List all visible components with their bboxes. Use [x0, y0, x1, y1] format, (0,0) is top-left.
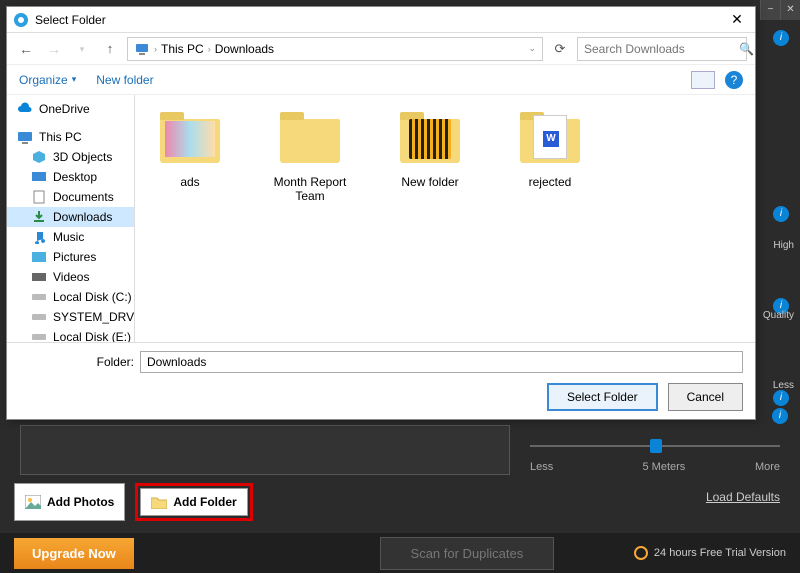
select-folder-dialog: Select Folder ✕ ← → ▾ ↑ › This PC › Down… [6, 6, 756, 420]
cube-icon [31, 150, 47, 164]
pictures-icon [31, 250, 47, 264]
drop-area[interactable] [20, 425, 510, 475]
load-defaults-link[interactable]: Load Defaults [706, 490, 780, 504]
tree-pictures[interactable]: Pictures [7, 247, 134, 267]
pc-icon [17, 130, 33, 144]
dialog-title: Select Folder [35, 13, 725, 27]
quality-label: Quality [763, 310, 794, 321]
info-icon[interactable]: i [772, 408, 788, 424]
close-icon[interactable]: ✕ [725, 11, 749, 28]
folder-month-report[interactable]: Month Report Team [265, 109, 355, 203]
navigation-tree[interactable]: OneDrive This PC 3D Objects Desktop Docu… [7, 95, 135, 342]
tree-music[interactable]: Music [7, 227, 134, 247]
footer: Upgrade Now Scan for Duplicates 24 hours… [0, 533, 800, 573]
add-photos-button[interactable]: Add Photos [14, 483, 125, 521]
minimize-button[interactable]: − [760, 0, 780, 20]
upgrade-button[interactable]: Upgrade Now [14, 538, 134, 569]
tree-videos[interactable]: Videos [7, 267, 134, 287]
document-icon [31, 190, 47, 204]
high-label: High [773, 240, 794, 251]
info-icon[interactable]: i [773, 30, 789, 46]
tree-3d-objects[interactable]: 3D Objects [7, 147, 134, 167]
cancel-button[interactable]: Cancel [668, 383, 743, 411]
slider-thumb[interactable] [650, 439, 662, 453]
select-folder-button[interactable]: Select Folder [547, 383, 658, 411]
pc-icon [134, 41, 150, 57]
help-icon[interactable]: ? [725, 71, 743, 89]
folder-icon [151, 495, 167, 509]
disk-icon [31, 310, 47, 324]
trial-status: 24 hours Free Trial Version [634, 546, 786, 560]
folder-rejected[interactable]: W rejected [505, 109, 595, 189]
tree-disk-c[interactable]: Local Disk (C:) [7, 287, 134, 307]
up-button[interactable]: ↑ [99, 38, 121, 60]
info-icon[interactable]: i [773, 390, 789, 406]
folder-new-folder[interactable]: New folder [385, 109, 475, 189]
disk-icon [31, 290, 47, 304]
search-icon: 🔍 [739, 42, 754, 56]
disk-icon [31, 330, 47, 342]
breadcrumb-dropdown[interactable]: ⌄ [528, 43, 536, 54]
new-folder-button[interactable]: New folder [96, 73, 153, 87]
less-label: Less [773, 380, 794, 391]
app-icon [13, 12, 29, 28]
view-options-button[interactable] [691, 71, 715, 89]
distance-slider[interactable]: Less 5 Meters More [530, 425, 780, 475]
videos-icon [31, 270, 47, 284]
organize-menu[interactable]: Organize ▾ [19, 73, 76, 87]
search-input[interactable] [584, 42, 739, 56]
tree-downloads[interactable]: Downloads [7, 207, 134, 227]
clock-icon [634, 546, 648, 560]
folder-field-label: Folder: [19, 355, 134, 369]
folder-name-input[interactable] [140, 351, 743, 373]
folder-content[interactable]: ads Month Report Team New folder W rejec… [135, 95, 755, 342]
search-box[interactable]: 🔍 [577, 37, 747, 61]
download-icon [31, 210, 47, 224]
forward-button[interactable]: → [43, 38, 65, 60]
tree-documents[interactable]: Documents [7, 187, 134, 207]
folder-ads[interactable]: ads [145, 109, 235, 189]
cloud-icon [17, 102, 33, 116]
tree-disk-e[interactable]: Local Disk (E:) [7, 327, 134, 342]
photo-icon [25, 495, 41, 509]
desktop-icon [31, 170, 47, 184]
breadcrumb[interactable]: › This PC › Downloads ⌄ [127, 37, 543, 61]
tree-desktop[interactable]: Desktop [7, 167, 134, 187]
tree-onedrive[interactable]: OneDrive [7, 99, 134, 119]
refresh-button[interactable]: ⟳ [549, 41, 571, 57]
music-icon [31, 230, 47, 244]
tree-this-pc[interactable]: This PC [7, 127, 134, 147]
back-button[interactable]: ← [15, 38, 37, 60]
close-app-button[interactable]: ✕ [780, 0, 800, 20]
add-folder-highlight: Add Folder [135, 483, 252, 521]
tree-disk-d[interactable]: SYSTEM_DRV (D [7, 307, 134, 327]
recent-dropdown[interactable]: ▾ [71, 38, 93, 60]
info-icon[interactable]: i [773, 206, 789, 222]
add-folder-button[interactable]: Add Folder [140, 488, 247, 516]
scan-button[interactable]: Scan for Duplicates [380, 537, 555, 570]
